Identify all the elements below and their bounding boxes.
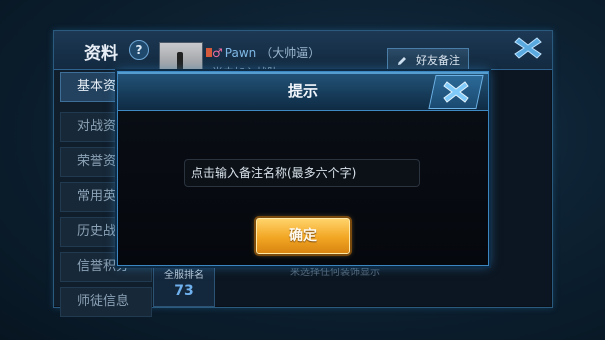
player-name-line: ♂ Pawn （大帅逼）: [212, 44, 320, 61]
profile-header: 资料 ? ♂Pawn（大帅逼） 尚未加入战队 好友备注: [54, 31, 552, 79]
dialog-header: 提示: [118, 72, 488, 111]
help-icon[interactable]: ?: [129, 40, 149, 60]
player-name: Pawn: [224, 46, 257, 60]
pencil-icon: [398, 57, 406, 65]
close-icon: [443, 81, 469, 103]
dialog-close-button[interactable]: [428, 75, 484, 109]
player-nickname: （大帅逼）: [260, 46, 321, 60]
server-rank: 全服排名 73: [153, 261, 215, 307]
remark-name-input[interactable]: [184, 159, 420, 187]
sidebar-item-mentor[interactable]: 师徒信息: [60, 287, 152, 317]
close-icon[interactable]: [511, 33, 545, 63]
friend-remark-button[interactable]: 好友备注: [387, 48, 469, 72]
gender-icon: ♂: [212, 46, 223, 60]
remark-dialog: 提示 确定: [117, 71, 489, 266]
server-rank-value: 73: [174, 283, 194, 299]
server-rank-label: 全服排名: [164, 270, 204, 281]
profile-title: 资料: [84, 44, 118, 64]
dialog-body: 确定: [118, 111, 488, 265]
friend-remark-label: 好友备注: [416, 54, 460, 67]
confirm-button[interactable]: 确定: [256, 218, 350, 254]
